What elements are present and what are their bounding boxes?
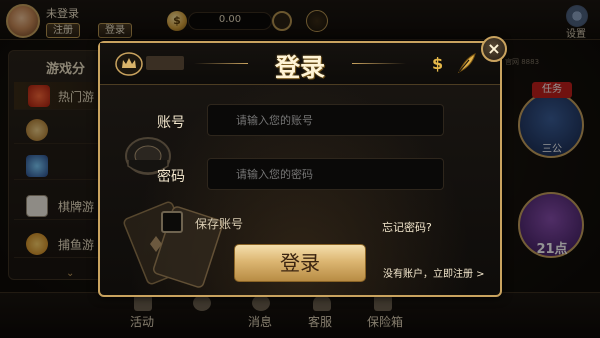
dollar-icon: $ [432,54,444,73]
password-input[interactable] [207,158,444,190]
account-label: 账号 [157,115,185,131]
title-ornament-right [352,63,406,64]
register-link[interactable]: 没有账户，立即注册 > [383,265,485,280]
remember-account-checkbox[interactable] [161,211,183,233]
close-button[interactable]: × [481,36,507,62]
title-ornament-left [194,63,248,64]
feather-icon [457,53,476,74]
crown-logo-icon [115,52,143,76]
login-button[interactable]: 登录 [234,244,366,282]
password-label: 密码 [157,169,185,185]
logo-text-blurred [146,56,184,70]
account-input[interactable] [207,104,444,136]
close-icon: × [487,39,501,58]
remember-account-label[interactable]: 保存账号 [195,215,243,232]
login-modal-title: 登录 [274,53,325,82]
forgot-password-link[interactable]: 忘记密码? [382,219,432,235]
